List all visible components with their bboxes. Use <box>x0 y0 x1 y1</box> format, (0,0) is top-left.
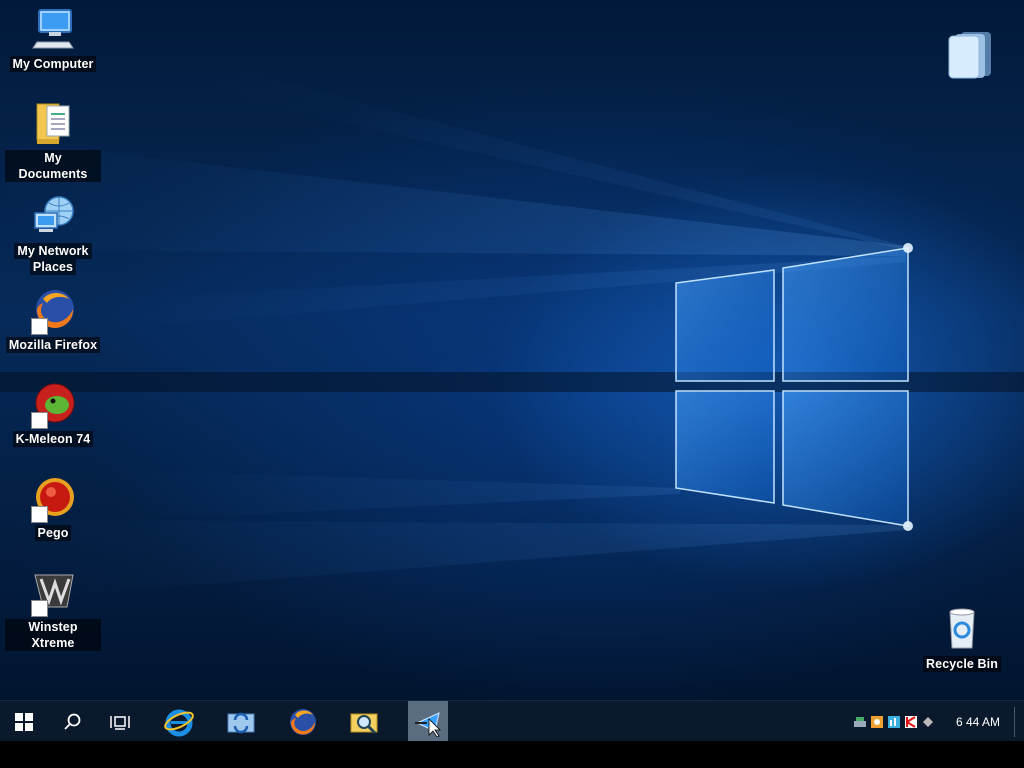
windows-logo-icon <box>15 712 33 731</box>
antivirus-icon[interactable] <box>904 715 918 729</box>
screen-bottom-edge <box>0 741 1024 768</box>
start-button[interactable] <box>4 701 44 742</box>
desktop-icon-pego[interactable]: Pego <box>5 475 101 541</box>
desktop-icon-my-computer[interactable]: My Computer <box>5 6 101 72</box>
desktop-icon-label: My Computer <box>9 56 97 72</box>
taskbar-firefox[interactable] <box>282 701 324 742</box>
computer-icon <box>29 6 77 54</box>
task-view-icon <box>110 715 130 730</box>
desktop-icon-winstep-xtreme[interactable]: Winstep Xtreme <box>5 569 101 651</box>
taskbar-internet-explorer[interactable] <box>158 701 200 742</box>
documents-folder-icon <box>29 100 77 148</box>
desktop-icon-label: Mozilla Firefox <box>5 337 101 353</box>
desktop-icon-label: Recycle Bin <box>923 656 1001 672</box>
taskbar-search-folder[interactable] <box>344 701 386 742</box>
internet-explorer-icon <box>164 709 194 736</box>
shortcut-arrow-icon <box>31 318 48 335</box>
desktop-icon-k-meleon[interactable]: K-Meleon 74 <box>5 381 101 447</box>
firefox-icon <box>29 287 77 335</box>
pego-icon <box>29 475 77 523</box>
usb-icon[interactable] <box>921 715 935 729</box>
desktop-icon-label: Winstep Xtreme <box>5 619 101 651</box>
desktop-icon-label-line2: Places <box>29 259 77 275</box>
show-desktop-button[interactable] <box>1014 706 1018 737</box>
network-globe-icon <box>29 193 77 241</box>
windows-light-logo <box>0 60 1024 600</box>
taskbar-send-arrow[interactable] <box>408 701 448 742</box>
system-tray: 6 44 AM <box>853 701 1024 742</box>
firefox-icon <box>290 708 316 735</box>
clock[interactable]: 6 44 AM <box>956 715 1000 729</box>
shortcut-arrow-icon <box>31 506 48 523</box>
send-arrow-icon <box>415 711 441 737</box>
desktop-icon-my-documents[interactable]: My Documents <box>5 100 101 182</box>
monitor-icon[interactable] <box>887 715 901 729</box>
desktop-icon-label: Pego <box>34 525 72 541</box>
desktop-icon-my-network-places[interactable]: My Network Places <box>5 193 101 275</box>
desktop-icon-mozilla-firefox[interactable]: Mozilla Firefox <box>5 287 101 353</box>
stack-icon[interactable] <box>943 28 999 82</box>
search-icon <box>64 713 81 730</box>
desktop-icon-label: My Documents <box>5 150 101 182</box>
sync-folder-icon <box>227 712 255 733</box>
taskbar-sync-folder[interactable] <box>220 701 262 742</box>
media-icon[interactable] <box>870 715 884 729</box>
recycle-bin-icon <box>938 606 986 654</box>
task-view-button[interactable] <box>100 701 140 742</box>
search-button[interactable] <box>52 701 92 742</box>
shortcut-arrow-icon <box>31 412 48 429</box>
desktop-icon-label: K-Meleon 74 <box>12 431 94 447</box>
shortcut-arrow-icon <box>31 600 48 617</box>
taskbar: 6 44 AM <box>0 700 1024 742</box>
magnifier-folder-icon <box>350 713 378 734</box>
desktop-icon-recycle-bin[interactable]: Recycle Bin <box>914 606 1010 672</box>
network-icon[interactable] <box>853 715 867 729</box>
desktop-wallpaper <box>0 0 1024 700</box>
k-meleon-icon <box>29 381 77 429</box>
desktop-icon-label: My Network <box>14 243 92 259</box>
winstep-icon <box>29 569 77 617</box>
